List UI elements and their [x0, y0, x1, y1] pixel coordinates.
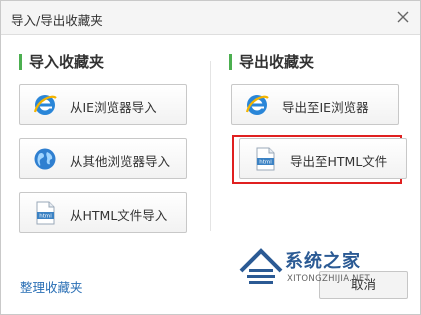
svg-text:html: html	[259, 160, 272, 166]
import-from-html-button[interactable]: html 从HTML文件导入	[19, 192, 187, 233]
dialog-titlebar: 导入/导出收藏夹	[1, 1, 420, 35]
close-icon[interactable]	[394, 8, 412, 26]
watermark-logo: 系统之家 XITONGZHIJIA.NET	[237, 243, 417, 293]
ie-icon	[32, 92, 58, 118]
export-to-ie-button[interactable]: 导出至IE浏览器	[231, 84, 399, 125]
import-from-html-label: 从HTML文件导入	[70, 208, 168, 223]
globe-icon	[32, 146, 58, 172]
import-from-ie-button[interactable]: 从IE浏览器导入	[19, 84, 187, 125]
export-to-ie-label: 导出至IE浏览器	[282, 100, 369, 115]
import-from-ie-label: 从IE浏览器导入	[70, 100, 157, 115]
watermark-text: 系统之家	[285, 251, 361, 272]
manage-favorites-link[interactable]: 整理收藏夹	[20, 277, 83, 296]
ie-icon	[244, 92, 270, 118]
export-section-title: 导出收藏夹	[229, 53, 314, 71]
import-section-title: 导入收藏夹	[19, 53, 104, 71]
export-to-html-label: 导出至HTML文件	[290, 154, 388, 169]
svg-text:html: html	[39, 214, 52, 220]
import-export-dialog: 导入/导出收藏夹 导入收藏夹 导出收藏夹 从IE浏览器导入 从其他浏览器导入 h…	[0, 0, 421, 315]
section-divider	[210, 61, 211, 231]
import-from-other-browser-label: 从其他浏览器导入	[70, 154, 171, 169]
export-to-html-button[interactable]: html 导出至HTML文件	[239, 138, 407, 179]
dialog-title: 导入/导出收藏夹	[11, 13, 103, 28]
html-file-icon: html	[252, 146, 278, 172]
html-file-icon: html	[32, 200, 58, 226]
watermark-subtext: XITONGZHIJIA.NET	[287, 274, 370, 284]
import-from-other-browser-button[interactable]: 从其他浏览器导入	[19, 138, 187, 179]
